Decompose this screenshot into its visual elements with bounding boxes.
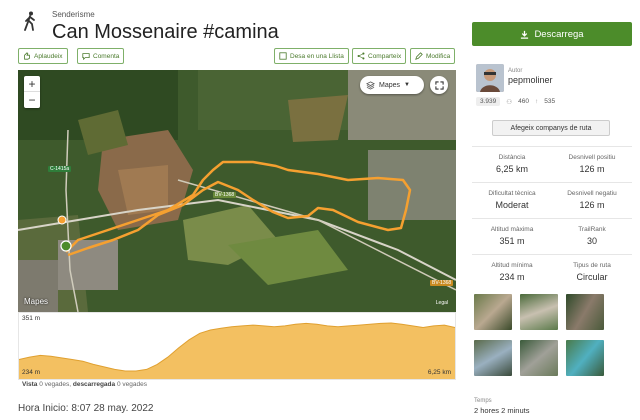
stat-cell: Desnivell negatiu 126 m	[552, 190, 632, 210]
bookmark-icon	[279, 52, 287, 60]
stat-value: 30	[586, 236, 597, 246]
edit-button[interactable]: Modifica	[410, 48, 456, 64]
stat-key: Tipus de ruta	[573, 262, 611, 269]
divider	[472, 146, 632, 147]
photo-thumbnail[interactable]	[474, 340, 512, 376]
view-stats: Vista 0 vegades, descarregada 0 vegades	[22, 381, 147, 388]
author-stats: 3.939 ⚇ 460 ↑ 535	[476, 97, 555, 106]
author-score: 3.939	[476, 97, 501, 106]
fullscreen-button[interactable]	[430, 76, 448, 94]
stat-value: 126 m	[579, 200, 605, 210]
elevation-profile[interactable]: 351 m 234 m 6,25 km	[18, 312, 456, 380]
layers-icon	[366, 80, 375, 90]
stat-cell: Distància 6,25 km	[472, 154, 552, 174]
share-icon	[357, 52, 365, 60]
download-value: 0 vegades	[116, 381, 147, 388]
elevation-distance-label: 6,25 km	[427, 369, 451, 376]
stat-value: 126 m	[579, 164, 605, 174]
elevation-max-label: 351 m	[22, 315, 41, 322]
map-layers-dropdown[interactable]: Mapes ▼	[360, 76, 424, 94]
comment-icon	[82, 53, 90, 60]
zoom-controls: + −	[24, 76, 40, 108]
trails-icon: ↑	[534, 98, 539, 105]
edit-label: Modifica	[426, 52, 451, 60]
time-value: 2 hores 2 minuts	[474, 406, 530, 415]
stat-value: Circular	[576, 272, 608, 282]
stat-key: Dificultat tècnica	[488, 190, 536, 197]
stat-key: TrailRank	[578, 226, 606, 233]
author-name[interactable]: pepmoliner	[508, 75, 553, 85]
view-label: Vista	[22, 381, 38, 388]
stat-key: Distància	[498, 154, 526, 161]
photo-thumbnail[interactable]	[520, 294, 558, 330]
comment-button[interactable]: Comenta	[77, 48, 125, 64]
stat-cell: Altitud màxima 351 m	[472, 226, 552, 246]
stat-value: Moderat	[495, 200, 529, 210]
divider	[472, 182, 632, 183]
comment-label: Comenta	[93, 52, 120, 60]
stat-key: Desnivell positiu	[568, 154, 616, 161]
zoom-out-button[interactable]: −	[24, 92, 40, 108]
stat-value: 6,25 km	[495, 164, 528, 174]
avatar[interactable]	[476, 64, 504, 92]
share-label: Comparteix	[368, 52, 402, 60]
page-title: Can Mossenaire #camina	[52, 21, 279, 43]
download-button[interactable]: Descarrega	[472, 22, 632, 46]
view-value: 0 vegades	[39, 381, 70, 388]
author-followers: 460	[518, 98, 529, 105]
stat-key: Altitud màxima	[490, 226, 534, 233]
trail-header: Senderisme Can Mossenaire #camina	[18, 6, 458, 46]
author-trails: 535	[544, 98, 556, 105]
road-label: BV-1368	[213, 192, 237, 198]
photo-thumbnail[interactable]	[566, 294, 604, 330]
elevation-min-label: 234 m	[22, 369, 41, 376]
stat-cell: Tipus de ruta Circular	[552, 262, 632, 282]
elevation-area	[19, 323, 455, 379]
layers-label: Mapes	[379, 81, 401, 89]
zoom-in-button[interactable]: +	[24, 76, 40, 92]
stat-value: 351 m	[499, 236, 525, 246]
trail-map[interactable]: + − Mapes ▼ C-1415a BV-1368 BV-1368 Mape…	[18, 70, 456, 312]
author-label: Autor	[508, 68, 523, 74]
download-label: Descarrega	[534, 28, 584, 40]
time-label: Temps	[474, 398, 492, 404]
stat-key: Altitud mínima	[491, 262, 533, 269]
chevron-down-icon: ▼	[404, 82, 410, 88]
satellite-terrain	[18, 70, 456, 312]
add-partners-button[interactable]: Afegeix companys de ruta	[492, 120, 610, 136]
photo-thumbnail[interactable]	[474, 294, 512, 330]
maps-watermark: Mapes	[24, 297, 49, 306]
road-label: BV-1368	[430, 280, 454, 286]
stat-cell: Desnivell positiu 126 m	[552, 154, 632, 174]
photo-thumbnail[interactable]	[566, 340, 604, 376]
road-label: C-1415a	[48, 166, 72, 172]
fullscreen-icon	[434, 80, 444, 90]
download-label: descarregada	[72, 381, 116, 388]
applaud-icon	[24, 52, 30, 60]
trail-category: Senderisme	[52, 10, 95, 19]
divider	[472, 254, 632, 255]
elevation-chart	[19, 322, 455, 379]
save-list-button[interactable]: Desa en una Llista	[274, 48, 349, 64]
applaud-button[interactable]: Aplaudeix	[18, 48, 68, 64]
followers-icon: ⚇	[506, 98, 513, 106]
edit-icon	[415, 52, 423, 60]
author-card: Autor pepmoliner 3.939 ⚇ 460 ↑ 535	[472, 60, 632, 112]
download-icon	[521, 30, 529, 39]
legal-link[interactable]: Legal	[436, 300, 448, 306]
start-time: Hora Inicio: 8:07 28 may. 2022	[18, 403, 154, 414]
stat-cell: Altitud mínima 234 m	[472, 262, 552, 282]
stat-cell: TrailRank 30	[552, 226, 632, 246]
hiking-icon	[24, 11, 35, 31]
stat-cell: Dificultat tècnica Moderat	[472, 190, 552, 210]
applaud-label: Aplaudeix	[34, 52, 63, 60]
photo-thumbnail[interactable]	[520, 340, 558, 376]
stat-key: Desnivell negatiu	[567, 190, 617, 197]
stat-value: 234 m	[499, 272, 525, 282]
save-list-label: Desa en una Llista	[290, 52, 344, 60]
share-button[interactable]: Comparteix	[352, 48, 407, 64]
divider	[472, 218, 632, 219]
